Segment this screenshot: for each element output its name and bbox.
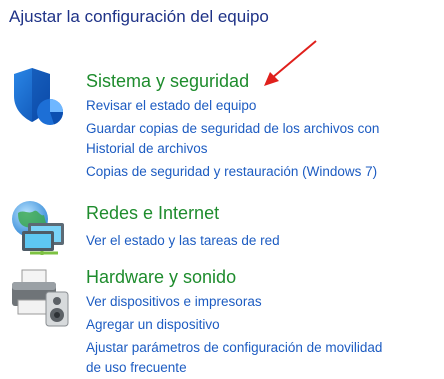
link-network-status-tasks[interactable]: Ver el estado y las tareas de red xyxy=(86,232,280,250)
link-check-computer-status[interactable]: Revisar el estado del equipo xyxy=(86,97,256,115)
link-save-backup-copies[interactable]: Guardar copias de seguridad de los archi… xyxy=(86,120,379,138)
printer-speaker-icon[interactable] xyxy=(8,266,72,330)
category-title-system-security[interactable]: Sistema y seguridad xyxy=(86,71,249,92)
category-title-hardware-sound[interactable]: Hardware y sonido xyxy=(86,267,236,288)
category-title-network-internet[interactable]: Redes e Internet xyxy=(86,203,219,224)
link-backup-restore-windows7[interactable]: Copias de seguridad y restauración (Wind… xyxy=(86,163,377,181)
control-panel-page: Ajustar la configuración del equipo Sist… xyxy=(0,0,444,379)
shield-icon[interactable] xyxy=(8,66,72,130)
page-title: Ajustar la configuración del equipo xyxy=(9,7,269,26)
link-adjust-mobility-settings[interactable]: Ajustar parámetros de configuración de m… xyxy=(86,339,382,357)
link-file-history[interactable]: Historial de archivos xyxy=(86,140,208,158)
link-adjust-mobility-settings-cont[interactable]: de uso frecuente xyxy=(86,359,187,377)
link-add-device[interactable]: Agregar un dispositivo xyxy=(86,316,220,334)
link-view-devices-printers[interactable]: Ver dispositivos e impresoras xyxy=(86,293,262,311)
network-globe-icon[interactable] xyxy=(8,195,72,259)
